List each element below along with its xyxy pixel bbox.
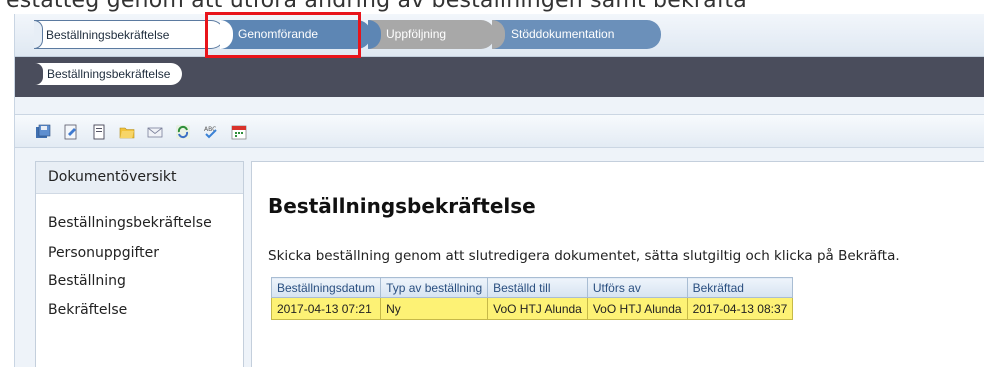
table-cell: Ny — [380, 297, 489, 320]
save-icon[interactable] — [35, 124, 51, 140]
column-header[interactable]: Beställningsdatum — [270, 277, 382, 298]
app-window: Beställningsbekräftelse Genomförande Upp… — [14, 14, 984, 367]
column-header[interactable]: Utförs av — [586, 277, 688, 298]
folder-icon[interactable] — [119, 124, 135, 140]
sidebar-header: Dokumentöversikt — [36, 162, 243, 194]
table-cell: 2017-04-13 08:37 — [686, 297, 794, 320]
order-table: Beställningsdatum Typ av beställning Bes… — [270, 277, 794, 320]
document-overview-panel: Dokumentöversikt Beställningsbekräftelse… — [35, 161, 244, 367]
toolbar: ABC — [15, 114, 984, 148]
page-title: Beställningsbekräftelse — [268, 194, 536, 218]
table-row[interactable]: 2017-04-13 07:21 Ny VoO HTJ Alunda VoO H… — [270, 297, 794, 320]
edit-document-icon[interactable] — [63, 124, 79, 140]
subnav-tab-bestallningsbekraftelse[interactable]: Beställningsbekräftelse — [35, 63, 183, 85]
spellcheck-icon[interactable]: ABC — [203, 124, 219, 140]
table-header-row: Beställningsdatum Typ av beställning Bes… — [270, 277, 794, 298]
workflow-tabbar: Beställningsbekräftelse Genomförande Upp… — [15, 14, 984, 57]
column-header[interactable]: Beställd till — [487, 277, 588, 298]
table-cell: 2017-04-13 07:21 — [270, 297, 382, 320]
subnav-bar: Beställningsbekräftelse — [15, 57, 984, 97]
table-cell: VoO HTJ Alunda — [487, 297, 588, 320]
column-header[interactable]: Bekräftad — [686, 277, 794, 298]
column-header[interactable]: Typ av beställning — [380, 277, 489, 298]
main-content: Beställningsbekräftelse Skicka beställni… — [251, 161, 984, 367]
tab-label: Uppföljning — [386, 27, 447, 41]
subnav-label: Beställningsbekräftelse — [47, 67, 171, 81]
sidebar-item-personuppgifter[interactable]: Personuppgifter — [48, 245, 159, 261]
calendar-icon[interactable] — [231, 124, 247, 140]
instruction-text: Skicka beställning genom att slutrediger… — [268, 248, 900, 264]
tab-label: Stöddokumentation — [511, 27, 615, 41]
caption-text: estatteg genom att utföra ändring av bes… — [6, 0, 747, 13]
sidebar-item-bestallning[interactable]: Beställning — [48, 273, 126, 289]
document-icon[interactable] — [91, 124, 107, 140]
sidebar-item-bestallningsbekraftelse[interactable]: Beställningsbekräftelse — [48, 215, 212, 231]
mail-icon[interactable] — [147, 124, 163, 140]
tab-label: Beställningsbekräftelse — [46, 28, 170, 42]
tab-label: Genomförande — [238, 27, 319, 41]
refresh-icon[interactable] — [175, 124, 191, 140]
table-cell: VoO HTJ Alunda — [586, 297, 688, 320]
sidebar-item-bekraftelse[interactable]: Bekräftelse — [48, 302, 127, 318]
